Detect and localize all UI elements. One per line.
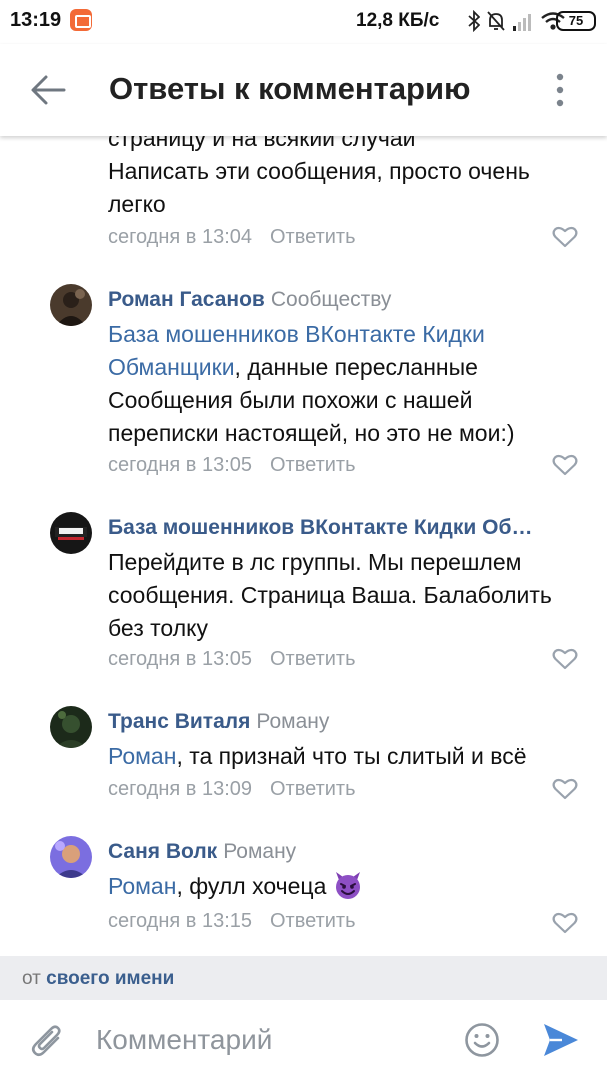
comment-text-line: легко [108, 191, 166, 217]
status-icons [468, 8, 566, 34]
comment-author[interactable]: Роман Гасанов [108, 288, 265, 311]
comment-header: Транс Виталя Роману [108, 710, 329, 734]
send-icon[interactable] [542, 1022, 580, 1058]
comment-text: страницу и на всякий случай Написать эти… [108, 136, 578, 221]
comment-time: сегодня в 13:05 [108, 648, 252, 670]
comment-author[interactable]: Транс Виталя [108, 710, 250, 733]
comment-item: Роман Гасанов Сообществу База мошенников … [0, 284, 607, 484]
comment-meta: сегодня в 13:09 Ответить [108, 778, 356, 801]
comment-text: Роман, та признай что ты слитый и всё [108, 740, 578, 773]
comment-header: Саня Волк Роману [108, 840, 296, 864]
comment-item: База мошенников ВКонтакте Кидки Об… Пере… [0, 512, 607, 682]
status-time: 13:19 [10, 9, 62, 31]
heart-icon[interactable] [552, 648, 578, 670]
avatar[interactable] [50, 512, 92, 554]
arrow-left-icon[interactable] [30, 74, 66, 106]
comment-time: сегодня в 13:15 [108, 910, 252, 932]
comment-time: сегодня в 13:04 [108, 226, 252, 248]
reply-button[interactable]: Ответить [270, 226, 356, 248]
battery-indicator: 75 [556, 11, 596, 31]
smiling-imp-emoji [335, 872, 360, 899]
signal-icon [513, 14, 531, 31]
comment-body: , фулл хочеца [176, 873, 327, 899]
reply-target: Роману [223, 840, 297, 863]
more-vertical-icon[interactable] [550, 72, 570, 108]
heart-icon[interactable] [552, 454, 578, 476]
comment-text-line: Написать эти сообщения, просто очень [108, 158, 530, 184]
reply-button[interactable]: Ответить [270, 648, 356, 670]
comment-item: страницу и на всякий случай Написать эти… [0, 136, 607, 262]
comment-text: База мошенников ВКонтакте Кидки Обманщик… [108, 318, 578, 450]
mention-link[interactable]: Роман [108, 873, 176, 899]
reply-target: Сообществу [270, 288, 392, 311]
emoji-icon[interactable] [464, 1022, 500, 1058]
avatar[interactable] [50, 836, 92, 878]
comment-time: сегодня в 13:09 [108, 778, 252, 800]
app-bar: Ответы к комментарию [0, 44, 607, 136]
comment-meta: сегодня в 13:15 Ответить [108, 910, 356, 933]
avatar[interactable] [50, 706, 92, 748]
comment-text-line: страницу и на всякий случай [108, 136, 416, 151]
comment-author[interactable]: База мошенников ВКонтакте Кидки Об… [108, 516, 532, 539]
reply-button[interactable]: Ответить [270, 778, 356, 800]
reply-button[interactable]: Ответить [270, 910, 356, 932]
status-bar: 13:19 12,8 КБ/с 75 [0, 0, 607, 44]
comment-item: Саня Волк Роману Роман, фулл хочеца сегод… [0, 836, 607, 946]
bluetooth-icon [468, 10, 480, 32]
comment-header: Роман Гасанов Сообществу [108, 288, 391, 312]
paperclip-icon[interactable] [30, 1022, 66, 1060]
mention-link[interactable]: Роман [108, 743, 176, 769]
comment-input[interactable] [96, 1020, 436, 1060]
post-as-bar[interactable]: от своего имени [0, 956, 607, 1000]
comment-item: Транс Виталя Роману Роман, та признай что… [0, 706, 607, 806]
reply-target: Роману [256, 710, 330, 733]
comments-feed[interactable]: страницу и на всякий случай Написать эти… [0, 136, 607, 956]
avatar[interactable] [50, 284, 92, 326]
comment-composer [0, 1000, 607, 1080]
comment-meta: сегодня в 13:05 Ответить [108, 648, 356, 671]
post-as-name[interactable]: своего имени [46, 968, 174, 989]
comment-body: , та признай что ты слитый и всё [176, 743, 527, 769]
comment-author[interactable]: Саня Волк [108, 840, 217, 863]
post-as-label[interactable]: от своего имени [22, 968, 174, 990]
comment-header: База мошенников ВКонтакте Кидки Об… [108, 516, 532, 540]
app-notification-icon [70, 9, 92, 31]
post-as-prefix: от [22, 968, 41, 989]
heart-icon[interactable] [552, 778, 578, 800]
comment-text: Роман, фулл хочеца [108, 870, 578, 903]
comment-meta: сегодня в 13:04 Ответить [108, 226, 356, 249]
mute-icon [487, 11, 505, 31]
comment-text: Перейдите в лс группы. Мы перешлем сообщ… [108, 549, 552, 641]
page-title: Ответы к комментарию [109, 71, 471, 106]
heart-icon[interactable] [552, 226, 578, 248]
network-speed: 12,8 КБ/с [356, 10, 440, 31]
comment-time: сегодня в 13:05 [108, 454, 252, 476]
heart-icon[interactable] [552, 912, 578, 934]
reply-button[interactable]: Ответить [270, 454, 356, 476]
comment-meta: сегодня в 13:05 Ответить [108, 454, 356, 477]
